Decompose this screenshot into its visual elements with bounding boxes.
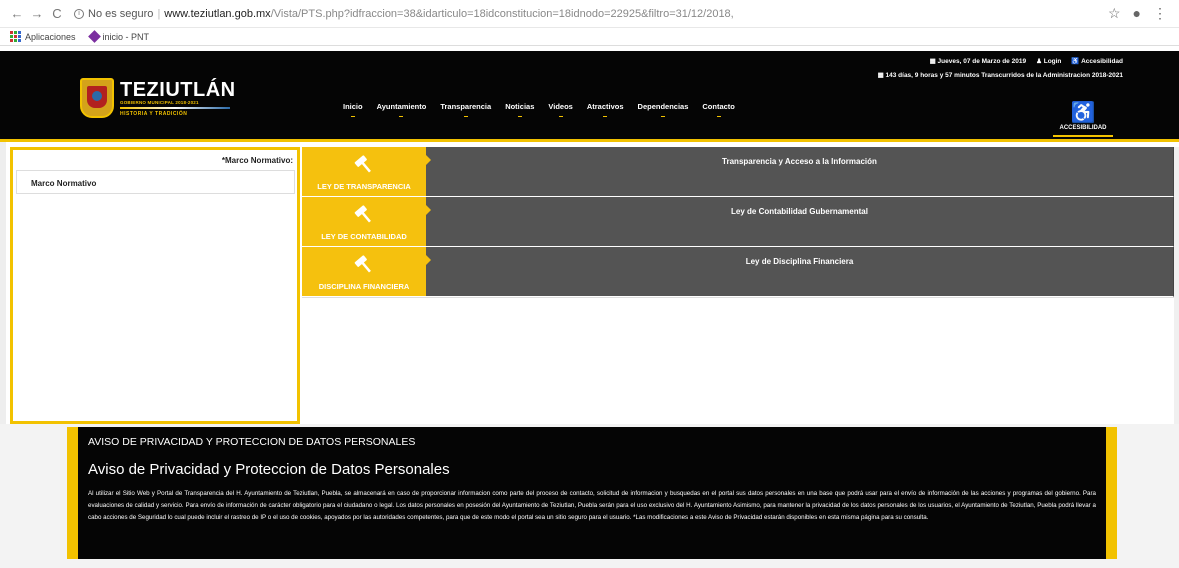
nav-transparencia[interactable]: Transparencia (440, 102, 491, 117)
insecure-label: No es seguro (88, 7, 154, 20)
wheelchair-icon: ♿ (1070, 102, 1096, 124)
url-path: /Vista/PTS.php?idfraccion=38&idarticulo=… (270, 7, 734, 20)
menu-icon[interactable]: ⋮ (1153, 5, 1167, 22)
law-title[interactable]: Transparencia y Acceso a la Información (426, 147, 1174, 197)
law-badge-label: LEY DE TRANSPARENCIA (317, 182, 411, 191)
law-title[interactable]: Ley de Contabilidad Gubernamental (426, 197, 1174, 247)
url-host: www.teziutlan.gob.mx (164, 7, 271, 20)
nav-dependencias[interactable]: Dependencias (638, 102, 688, 117)
site-logo[interactable]: TEZIUTLÁN GOBIERNO MUNICIPAL 2018-2021 H… (80, 78, 236, 118)
law-list: LEY DE TRANSPARENCIA Transparencia y Acc… (302, 147, 1174, 419)
logo-title: TEZIUTLÁN (120, 78, 236, 101)
top-info: ▦ Jueves, 07 de Marzo de 2019 ♟ Login ♿ … (930, 57, 1123, 65)
apps-grid-icon (10, 31, 21, 42)
law-badge: DISCIPLINA FINANCIERA (302, 247, 431, 297)
reload-icon[interactable]: C (48, 6, 66, 21)
law-row-contabilidad[interactable]: LEY DE CONTABILIDAD Ley de Contabilidad … (302, 197, 1174, 247)
gavel-icon (354, 255, 371, 273)
bookmark-label: Aplicaciones (25, 31, 76, 42)
law-badge-label: LEY DE CONTABILIDAD (321, 232, 407, 241)
login-text: Login (1043, 58, 1062, 65)
bookmarks-bar: Aplicaciones inicio - PNT (0, 28, 1179, 46)
law-badge: LEY DE CONTABILIDAD (302, 197, 431, 247)
nav-inicio[interactable]: Inicio (343, 102, 363, 117)
profile-icon[interactable]: ● (1133, 5, 1141, 22)
coat-of-arms-icon (80, 78, 114, 118)
accessibility-label: ACCESIBILIDAD (1059, 125, 1107, 131)
info-icon[interactable]: i (74, 8, 84, 19)
law-badge-label: DISCIPLINA FINANCIERA (318, 282, 410, 291)
bookmark-label: inicio - PNT (102, 31, 150, 42)
current-date: ▦ Jueves, 07 de Marzo de 2019 (929, 58, 1027, 65)
browser-toolbar: ← → C i No es seguro | www.teziutlan.gob… (0, 0, 1179, 28)
gavel-icon (354, 155, 371, 173)
header-accent-line (0, 139, 1179, 142)
accessibility-text: Accesibilidad (1081, 58, 1123, 65)
elapsed-time: ▦ 143 días, 9 horas y 57 minutos Transcu… (877, 72, 1123, 79)
logo-divider (120, 106, 230, 109)
accessibility-button[interactable]: ♿ ACCESIBILIDAD (1053, 103, 1113, 137)
nav-contacto[interactable]: Contacto (702, 102, 735, 117)
nav-ayuntamiento[interactable]: Ayuntamiento (377, 102, 426, 117)
accessibility-link[interactable]: ♿ Accesibilidad (1071, 57, 1123, 65)
privacy-notice: AVISO DE PRIVACIDAD Y PROTECCION DE DATO… (67, 427, 1117, 559)
privacy-title: Aviso de Privacidad y Proteccion de Dato… (88, 461, 450, 478)
sidebar-item-marco-normativo[interactable]: Marco Normativo (16, 170, 295, 194)
bookmark-apps[interactable]: Aplicaciones (10, 31, 76, 42)
accessibility-underline (1053, 135, 1113, 137)
site-header: TEZIUTLÁN GOBIERNO MUNICIPAL 2018-2021 H… (0, 51, 1179, 139)
law-title[interactable]: Ley de Disciplina Financiera (426, 247, 1174, 297)
bookmark-pnt[interactable]: inicio - PNT (87, 30, 150, 43)
sidebar-heading: *Marco Normativo: (221, 156, 293, 165)
content-area-blank (302, 297, 1174, 419)
nav-atractivos[interactable]: Atractivos (587, 102, 624, 117)
sidebar: *Marco Normativo: Marco Normativo (10, 147, 300, 424)
privacy-text: Al utilizar el Sitio Web y Portal de Tra… (88, 490, 1096, 522)
privacy-heading: AVISO DE PRIVACIDAD Y PROTECCION DE DATO… (88, 436, 416, 448)
nav-noticias[interactable]: Noticias (505, 102, 534, 117)
law-row-disciplina[interactable]: DISCIPLINA FINANCIERA Ley de Disciplina … (302, 247, 1174, 297)
scrollbar[interactable] (1174, 147, 1179, 427)
nav-videos[interactable]: Videos (548, 102, 573, 117)
forward-icon[interactable]: → (28, 6, 46, 21)
bookmark-star-icon[interactable]: ☆ (1108, 5, 1121, 22)
back-icon[interactable]: ← (8, 6, 26, 21)
date-text: Jueves, 07 de Marzo de 2019 (937, 58, 1027, 65)
main-nav: Inicio Ayuntamiento Transparencia Notici… (343, 102, 735, 117)
law-badge: LEY DE TRANSPARENCIA (302, 147, 431, 197)
elapsed-text: 143 días, 9 horas y 57 minutos Transcurr… (885, 72, 1123, 79)
pnt-logo-icon (87, 30, 101, 43)
gavel-icon (354, 205, 371, 223)
logo-motto: HISTORIA Y TRADICIÓN (120, 110, 188, 117)
law-row-transparencia[interactable]: LEY DE TRANSPARENCIA Transparencia y Acc… (302, 147, 1174, 197)
address-bar[interactable]: i No es seguro | www.teziutlan.gob.mx /V… (74, 8, 1108, 20)
login-link[interactable]: ♟ Login (1036, 57, 1061, 65)
address-separator: | (157, 7, 161, 20)
